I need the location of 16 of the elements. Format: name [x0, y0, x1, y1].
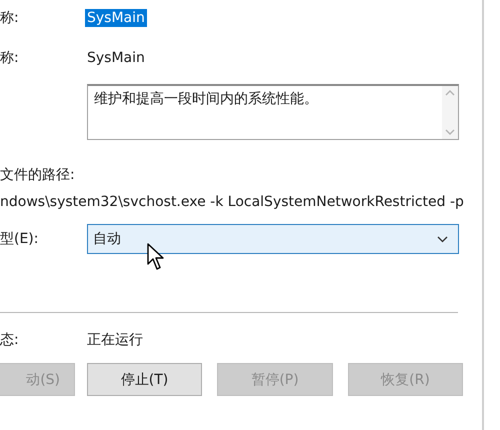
path-value: ndows\system32\svchost.exe -k LocalSystemNetworkRestricted -p: [0, 194, 464, 210]
service-control-button[interactable]: 停止(T): [87, 363, 202, 396]
field-label: 称:: [0, 9, 20, 27]
field-label: 态:: [0, 331, 20, 349]
startup-type-dropdown[interactable]: 自动: [87, 224, 459, 254]
display-name-value: SysMain: [87, 50, 146, 66]
status-value: 正在运行: [87, 331, 144, 349]
scroll-down-icon[interactable]: [445, 129, 455, 135]
field-label: 文件的路径:: [0, 166, 75, 184]
service-name-value[interactable]: SysMain: [85, 9, 147, 27]
field-label: 型(E):: [0, 230, 40, 248]
description-box[interactable]: 维护和提高一段时间内的系统性能。: [87, 84, 459, 140]
description-text: 维护和提高一段时间内的系统性能。: [93, 90, 319, 109]
field-label: 称:: [0, 49, 20, 67]
scroll-up-icon[interactable]: [445, 90, 455, 96]
chevron-down-icon: [437, 236, 448, 242]
